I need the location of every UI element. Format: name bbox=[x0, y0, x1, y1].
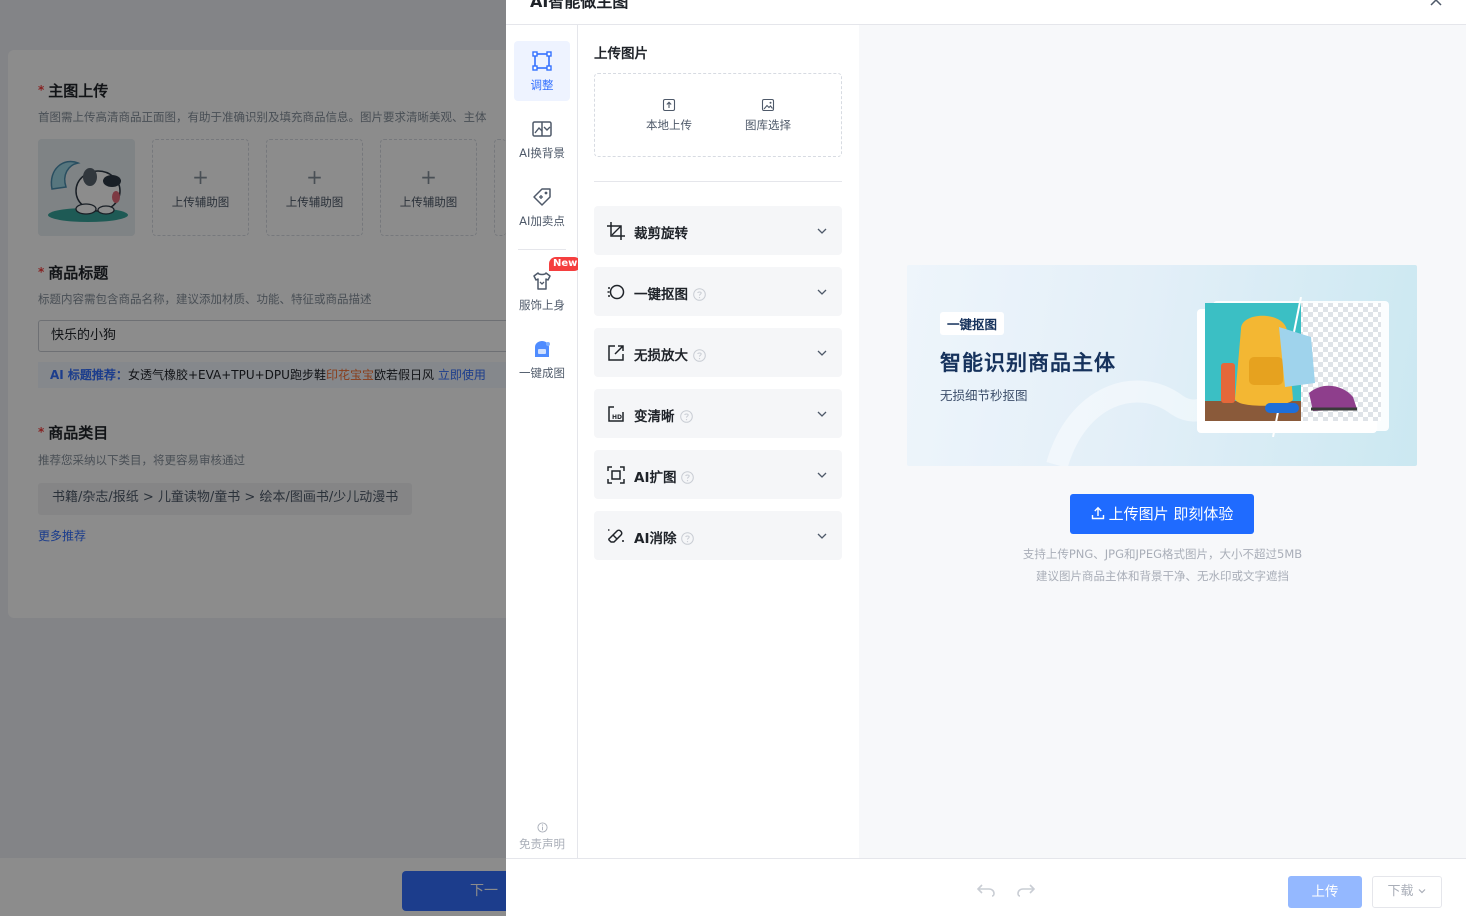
tool-ai-expand[interactable]: AI扩图 bbox=[594, 450, 842, 499]
upload-hint-format: 支持上传PNG、JPG和JPEG格式图片，大小不超过5MB bbox=[1022, 547, 1303, 561]
redo-icon[interactable] bbox=[1016, 882, 1036, 898]
help-icon[interactable] bbox=[681, 531, 695, 545]
rail-divider bbox=[518, 249, 566, 250]
upload-title: 上传图片 bbox=[594, 46, 648, 62]
backpack-cutout-illustration bbox=[1197, 297, 1389, 437]
help-icon[interactable] bbox=[679, 409, 693, 423]
gallery-select-button[interactable]: 图库选择 bbox=[728, 98, 808, 133]
tool-crop-rotate[interactable]: 裁剪旋转 bbox=[594, 206, 842, 255]
upload-button[interactable]: 上传 bbox=[1288, 876, 1362, 908]
chevron-down-icon bbox=[817, 289, 827, 295]
upload-hint-quality: 建议图片商品主体和背景干净、无水印或文字遮挡 bbox=[1036, 569, 1289, 583]
banner-tag: 一键抠图 bbox=[940, 312, 1005, 335]
feature-rail: 调整 AI换背景 AI加卖点 服饰上身 New 一键成图 免责声明 bbox=[506, 25, 582, 858]
rail-item-ai-background[interactable]: AI换背景 bbox=[514, 109, 570, 169]
chevron-down-icon bbox=[817, 472, 827, 478]
banner-subtitle: 无损细节秒抠图 bbox=[940, 388, 1028, 403]
crop-rotate-icon bbox=[607, 222, 625, 240]
rail-item-ai-selling-point[interactable]: AI加卖点 bbox=[514, 177, 570, 237]
expand-image-icon bbox=[607, 466, 625, 484]
chevron-down-icon bbox=[817, 228, 827, 234]
chevron-down-icon bbox=[817, 533, 827, 539]
tools-panel: 上传图片 本地上传 图库选择 裁剪旋转 一键抠图 无损放大 HD 变清晰 AI扩… bbox=[578, 25, 859, 858]
upscale-icon bbox=[608, 345, 624, 361]
ai-main-image-drawer: AI智能做主图 调整 AI换背景 AI加卖点 服饰上身 New 一键成图 免责声… bbox=[506, 0, 1466, 916]
help-icon[interactable] bbox=[681, 470, 695, 484]
tshirt-icon bbox=[533, 271, 551, 290]
selling-point-tag-icon bbox=[533, 187, 551, 206]
upload-try-now-button[interactable]: 上传图片 即刻体验 bbox=[1070, 494, 1254, 534]
chevron-down-icon bbox=[817, 350, 827, 356]
help-icon[interactable] bbox=[693, 287, 706, 301]
image-icon bbox=[761, 98, 775, 112]
disclaimer-link[interactable]: 免责声明 bbox=[506, 822, 578, 852]
cutout-icon bbox=[607, 284, 625, 300]
replace-background-icon bbox=[532, 120, 552, 137]
hd-icon: HD bbox=[608, 406, 624, 422]
undo-icon[interactable] bbox=[976, 882, 996, 898]
drawer-header: AI智能做主图 bbox=[506, 0, 1466, 25]
eraser-icon bbox=[608, 529, 624, 543]
chevron-down-icon bbox=[817, 411, 827, 417]
tools-divider bbox=[594, 181, 842, 182]
upload-area: 本地上传 图库选择 bbox=[594, 73, 842, 157]
new-badge: New bbox=[549, 257, 582, 271]
upload-icon bbox=[662, 98, 676, 112]
tool-one-click-cutout[interactable]: 一键抠图 bbox=[594, 267, 842, 316]
help-icon[interactable] bbox=[693, 348, 706, 362]
feature-banner: 一键抠图 智能识别商品主体 无损细节秒抠图 bbox=[907, 265, 1417, 466]
chevron-down-icon bbox=[1418, 888, 1425, 893]
svg-text:HD: HD bbox=[612, 414, 622, 421]
close-icon[interactable] bbox=[1428, 0, 1444, 8]
tool-ai-erase[interactable]: AI消除 bbox=[594, 511, 842, 560]
info-icon bbox=[536, 822, 548, 833]
adjust-icon bbox=[532, 50, 552, 71]
local-upload-button[interactable]: 本地上传 bbox=[629, 98, 709, 133]
rail-item-one-click-image[interactable]: 一键成图 bbox=[514, 329, 570, 389]
drawer-title: AI智能做主图 bbox=[530, 0, 629, 11]
tool-sharpen[interactable]: HD 变清晰 bbox=[594, 389, 842, 438]
upload-icon bbox=[1091, 506, 1104, 519]
drawer-footer: 上传 下载 bbox=[506, 858, 1466, 916]
tool-lossless-upscale[interactable]: 无损放大 bbox=[594, 328, 842, 377]
download-button[interactable]: 下载 bbox=[1372, 876, 1442, 908]
canvas-area: 一键抠图 智能识别商品主体 无损细节秒抠图 上传图片 即刻体验 支持上传PNG、… bbox=[859, 25, 1466, 858]
rail-item-adjust[interactable]: 调整 bbox=[514, 41, 570, 101]
banner-title: 智能识别商品主体 bbox=[940, 351, 1116, 375]
one-click-image-icon bbox=[535, 340, 550, 357]
